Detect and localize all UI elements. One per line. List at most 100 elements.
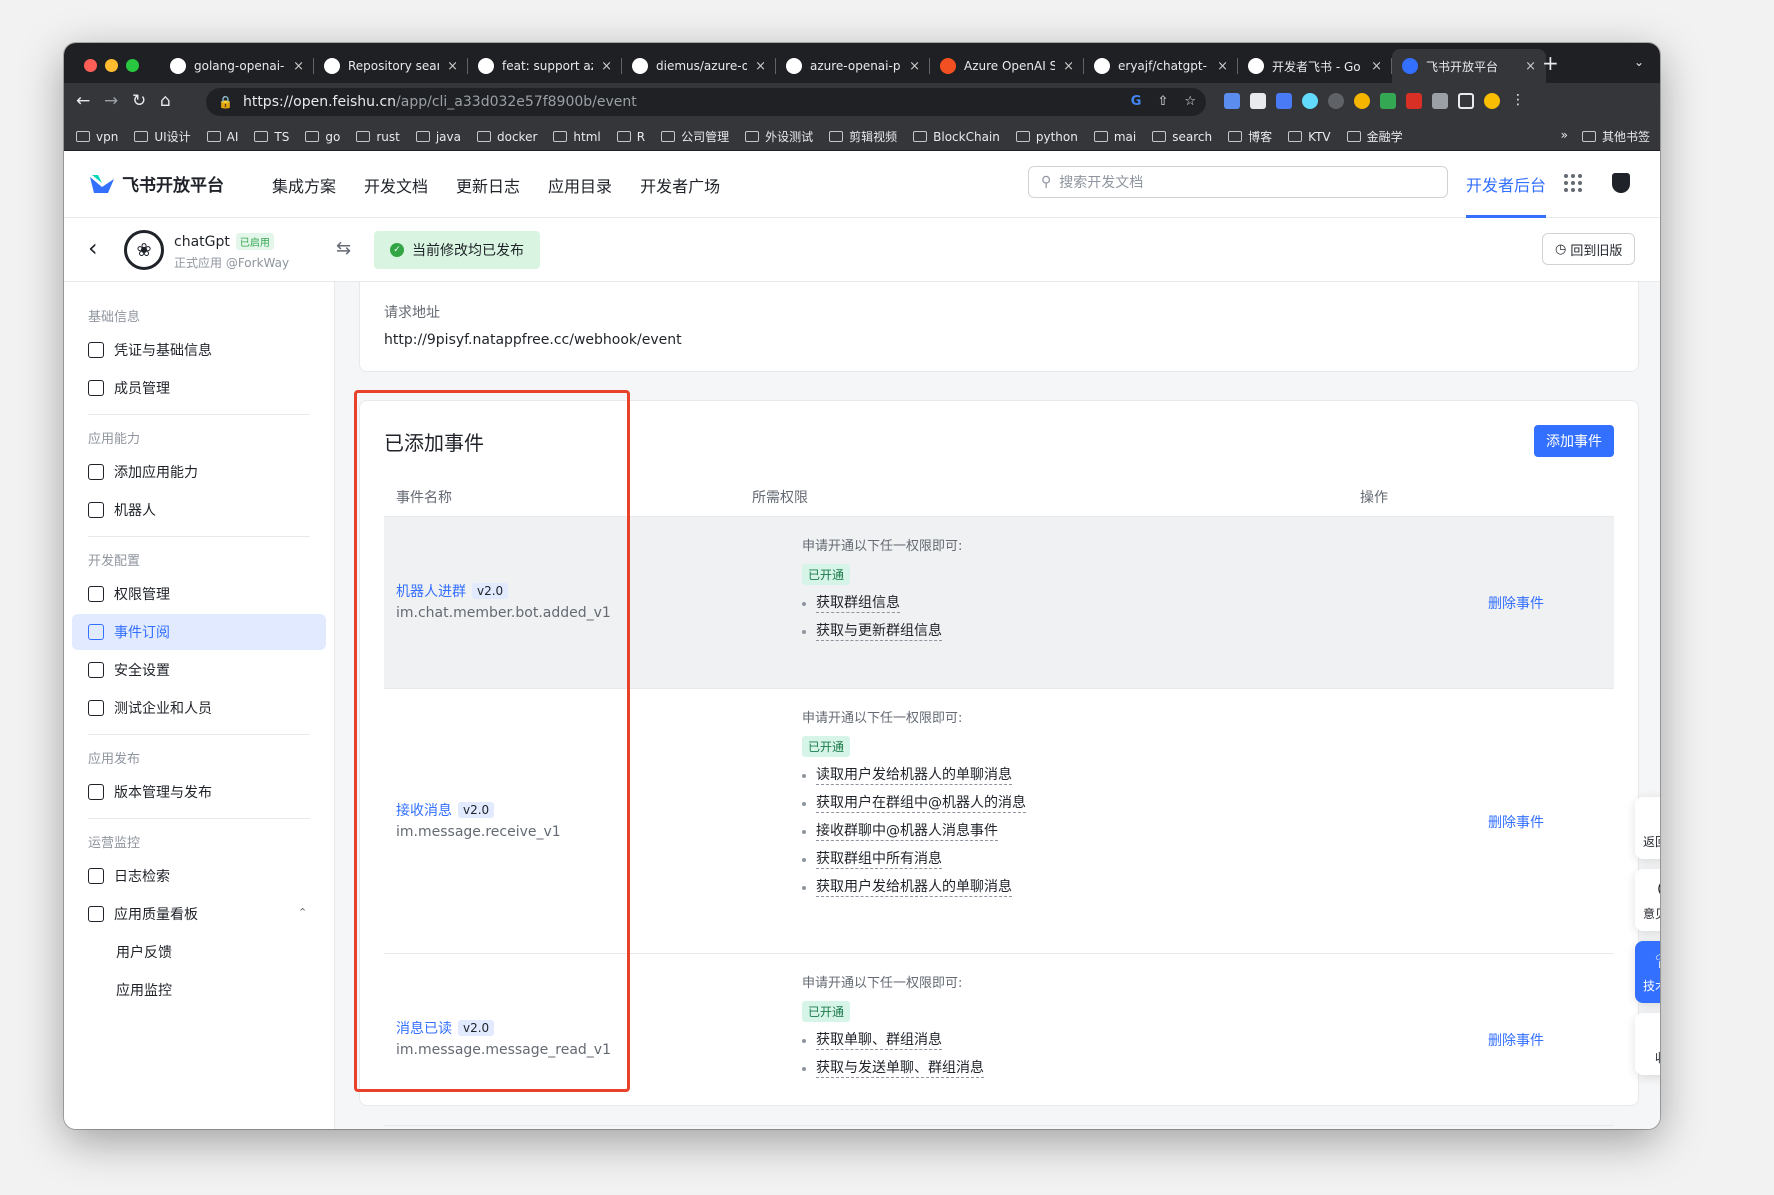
bookmark-folder[interactable]: go bbox=[305, 128, 340, 145]
sidebar-item[interactable]: 事件订阅 bbox=[72, 614, 326, 650]
chevron-up-icon[interactable]: ⌃ bbox=[298, 906, 307, 919]
permission-link[interactable]: 获取单聊、群组消息 bbox=[816, 1032, 942, 1050]
back-chevron-icon[interactable]: ‹ bbox=[88, 234, 98, 262]
delete-event-link[interactable]: 删除事件 bbox=[1488, 1030, 1544, 1050]
permission-link[interactable]: 获取用户发给机器人的单聊消息 bbox=[816, 879, 1012, 897]
close-tab-icon[interactable]: × bbox=[1525, 59, 1536, 74]
bookmark-folder[interactable]: UI设计 bbox=[134, 128, 191, 145]
puzzle-icon[interactable] bbox=[1432, 93, 1448, 109]
bookmark-folder[interactable]: java bbox=[415, 128, 461, 145]
permission-link[interactable]: 获取与发送单聊、群组消息 bbox=[816, 1060, 984, 1078]
bookmark-folder[interactable]: mai bbox=[1093, 128, 1136, 145]
forward-arrow-icon[interactable]: → bbox=[104, 91, 118, 111]
bookmark-folder[interactable]: 金融学 bbox=[1346, 128, 1403, 145]
tab-7[interactable]: 开发者飞书 - Go × bbox=[1238, 49, 1392, 83]
bookmark-folder[interactable]: AI bbox=[206, 128, 238, 145]
other-bookmarks-folder[interactable]: 其他书签 bbox=[1581, 128, 1650, 145]
extension-icon[interactable] bbox=[1224, 93, 1240, 109]
tech-support-button[interactable]: ☏ 技术支持 bbox=[1635, 941, 1660, 1003]
sidebar-item[interactable]: 日志检索 bbox=[72, 858, 326, 894]
switch-app-icon[interactable]: ⇆ bbox=[336, 238, 351, 259]
kebab-menu-icon[interactable]: ⋮ bbox=[1510, 93, 1526, 109]
add-event-button[interactable]: 添加事件 bbox=[1534, 425, 1614, 457]
delete-event-link[interactable]: 删除事件 bbox=[1488, 593, 1544, 613]
sidebar-item[interactable]: 成员管理 bbox=[72, 370, 326, 406]
sidebar-item[interactable]: 权限管理 bbox=[72, 576, 326, 612]
feedback-button[interactable]: ☺ 意见反馈 bbox=[1635, 869, 1660, 931]
home-icon[interactable]: ⌂ bbox=[160, 91, 171, 111]
sidebar-item[interactable]: 应用质量看板 bbox=[72, 896, 326, 932]
tab-0[interactable]: golang-openai- × bbox=[160, 49, 314, 83]
extension-icon[interactable] bbox=[1406, 93, 1422, 109]
sidebar-item[interactable]: 安全设置 bbox=[72, 652, 326, 688]
old-version-button[interactable]: ◷ 回到旧版 bbox=[1542, 233, 1636, 265]
close-tab-icon[interactable]: × bbox=[601, 59, 612, 74]
delete-event-link[interactable]: 删除事件 bbox=[1488, 812, 1544, 832]
bookmark-folder[interactable]: KTV bbox=[1288, 128, 1331, 145]
feishu-logo[interactable]: 飞书开放平台 bbox=[88, 171, 224, 196]
omnibox[interactable]: 🔒 https://open.feishu.cn/app/cli_a33d032… bbox=[206, 88, 1206, 116]
close-tab-icon[interactable]: × bbox=[1063, 59, 1074, 74]
close-window-button[interactable] bbox=[84, 59, 97, 72]
profile-avatar[interactable] bbox=[1484, 93, 1500, 109]
sidebar-subitem[interactable]: 应用监控 bbox=[116, 980, 172, 1000]
close-tab-icon[interactable]: × bbox=[1371, 59, 1382, 74]
developer-console-tab[interactable]: 开发者后台 bbox=[1466, 172, 1546, 196]
bookmark-folder[interactable]: 外设测试 bbox=[745, 128, 813, 145]
bookmark-folder[interactable]: search bbox=[1152, 128, 1212, 145]
sidebar-item[interactable]: 添加应用能力 bbox=[72, 454, 326, 490]
zoom-window-button[interactable] bbox=[126, 59, 139, 72]
close-tab-icon[interactable]: × bbox=[293, 59, 304, 74]
bookmark-folder[interactable]: python bbox=[1015, 128, 1078, 145]
bookmark-folder[interactable]: BlockChain bbox=[913, 128, 1000, 145]
tab-5[interactable]: Azure OpenAI S × bbox=[930, 49, 1084, 83]
close-tab-icon[interactable]: × bbox=[909, 59, 920, 74]
bookmark-star-icon[interactable]: ☆ bbox=[1184, 94, 1196, 109]
share-icon[interactable]: ⇧ bbox=[1157, 94, 1168, 109]
back-arrow-icon[interactable]: ← bbox=[76, 91, 90, 111]
extension-icon[interactable] bbox=[1380, 93, 1396, 109]
tab-8[interactable]: 飞书开放平台 × bbox=[1392, 49, 1546, 83]
nav-item[interactable]: 开发者广场 bbox=[640, 173, 720, 197]
bookmark-folder[interactable]: R bbox=[616, 128, 645, 145]
bookmark-folder[interactable]: TS bbox=[254, 128, 289, 145]
sidebar-item[interactable]: 版本管理与发布 bbox=[72, 774, 326, 810]
permission-link[interactable]: 读取用户发给机器人的单聊消息 bbox=[816, 767, 1012, 785]
react-devtools-icon[interactable] bbox=[1302, 93, 1318, 109]
sidebar-item[interactable]: 测试企业和人员 bbox=[72, 690, 326, 726]
tab-1[interactable]: Repository sear × bbox=[314, 49, 468, 83]
close-tab-icon[interactable]: × bbox=[1217, 59, 1228, 74]
extension-icon[interactable] bbox=[1354, 93, 1370, 109]
nav-item[interactable]: 开发文档 bbox=[364, 173, 428, 197]
sidebar-subitem[interactable]: 用户反馈 bbox=[116, 942, 172, 962]
nav-item[interactable]: 集成方案 bbox=[272, 173, 336, 197]
tab-2[interactable]: feat: support az × bbox=[468, 49, 622, 83]
permission-link[interactable]: 获取群组中所有消息 bbox=[816, 851, 942, 869]
bookmark-folder[interactable]: 博客 bbox=[1228, 128, 1272, 145]
tab-search-icon[interactable]: ⌄ bbox=[1634, 55, 1644, 69]
search-input[interactable]: ⚲ 搜索开发文档 bbox=[1028, 166, 1448, 198]
bookmark-folder[interactable]: vpn bbox=[76, 128, 118, 145]
sidebar-item[interactable]: 机器人 bbox=[72, 492, 326, 528]
more-bookmarks-button[interactable]: » bbox=[1561, 128, 1568, 145]
bookmark-folder[interactable]: 剪辑视频 bbox=[829, 128, 897, 145]
tab-6[interactable]: eryajf/chatgpt- × bbox=[1084, 49, 1238, 83]
tab-3[interactable]: diemus/azure-o × bbox=[622, 49, 776, 83]
apps-grid-icon[interactable] bbox=[1564, 174, 1582, 192]
google-icon[interactable]: G bbox=[1131, 94, 1142, 109]
extension-icon[interactable] bbox=[1276, 93, 1292, 109]
permission-link[interactable]: 获取用户在群组中@机器人的消息 bbox=[816, 795, 1026, 813]
nav-item[interactable]: 更新日志 bbox=[456, 173, 520, 197]
bookmark-folder[interactable]: 公司管理 bbox=[661, 128, 729, 145]
close-tab-icon[interactable]: × bbox=[755, 59, 766, 74]
bookmark-folder[interactable]: docker bbox=[476, 128, 537, 145]
user-avatar[interactable] bbox=[1612, 173, 1630, 193]
extension-icon[interactable] bbox=[1328, 93, 1344, 109]
reload-icon[interactable]: ↻ bbox=[132, 91, 146, 111]
tab-4[interactable]: azure-openai-p × bbox=[776, 49, 930, 83]
extension-icon[interactable] bbox=[1250, 93, 1266, 109]
permission-link[interactable]: 接收群聊中@机器人消息事件 bbox=[816, 823, 998, 841]
nav-item[interactable]: 应用目录 bbox=[548, 173, 612, 197]
sidepanel-icon[interactable] bbox=[1458, 93, 1474, 109]
new-tab-button[interactable]: + bbox=[1542, 51, 1559, 75]
